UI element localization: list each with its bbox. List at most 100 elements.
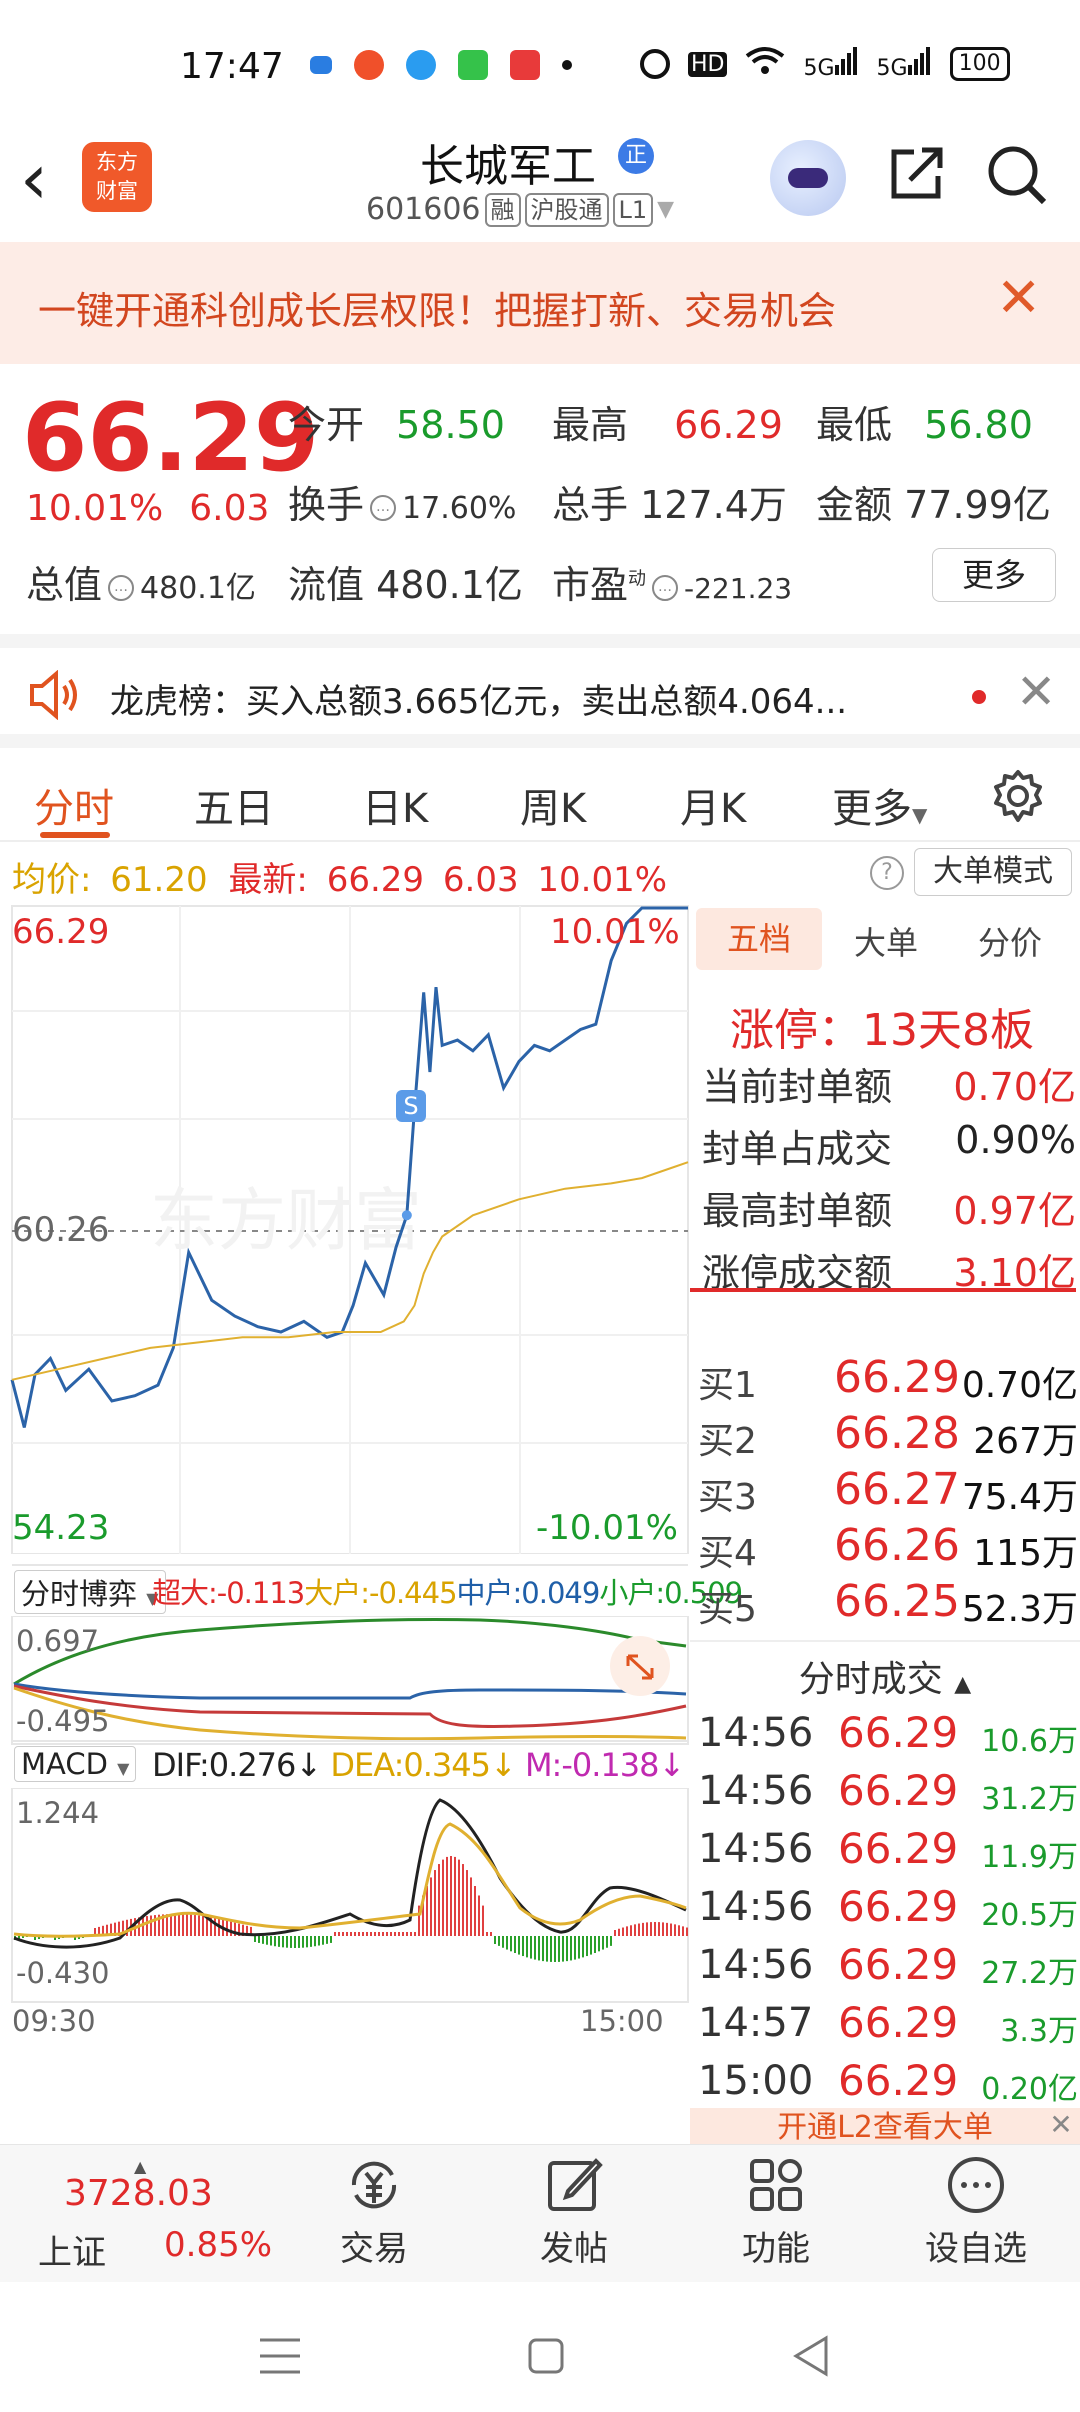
help-icon[interactable]: ? — [870, 856, 904, 890]
macd-bar — [642, 1922, 644, 1936]
macd-bar — [366, 1932, 368, 1936]
nav-post[interactable]: 发帖 — [504, 2153, 644, 2270]
notice-text: 龙虎榜：买入总额3.665亿元，卖出总额4.064... — [110, 682, 848, 722]
tab-monthly-k[interactable]: 月K — [680, 776, 746, 834]
macd-bar — [530, 1936, 532, 1959]
tab-weekly-k[interactable]: 周K — [520, 776, 586, 834]
macd-bar — [654, 1922, 656, 1936]
macd-bar — [442, 1859, 444, 1936]
macd-bar — [394, 1932, 396, 1936]
macd-bar — [402, 1932, 404, 1936]
macd-bar — [230, 1921, 232, 1936]
app-logo[interactable]: 东方 财富 — [82, 142, 152, 212]
macd-max: 1.244 — [16, 1796, 100, 1830]
tab-more[interactable]: 更多▼ — [832, 776, 927, 834]
close-icon[interactable]: ✕ — [1044, 2108, 1078, 2142]
macd-bar — [346, 1932, 348, 1936]
stock-code: 601606 — [366, 192, 481, 227]
macd-bar — [470, 1877, 472, 1936]
fund-max: 0.697 — [16, 1624, 100, 1658]
macd-bar — [410, 1932, 412, 1936]
search-icon[interactable] — [986, 144, 1048, 206]
info-icon[interactable]: … — [652, 574, 679, 601]
close-icon[interactable]: ✕ — [1016, 664, 1056, 720]
trade-time: 14:56 — [698, 1826, 814, 1872]
macd-bar — [550, 1936, 552, 1962]
promo-banner[interactable]: 一键开通科创成长层权限！把握打新、交易机会 ✕ — [0, 242, 1080, 364]
more-button[interactable]: 更多 — [932, 548, 1056, 602]
macd-bar — [362, 1932, 364, 1936]
chevron-down-icon: ▼ — [657, 197, 675, 222]
back-button[interactable]: ‹ — [20, 144, 48, 214]
gear-icon[interactable] — [990, 768, 1046, 824]
bid-qty: 75.4万 — [961, 1477, 1078, 1518]
tab-five-levels[interactable]: 五档 — [696, 908, 822, 970]
dragon-tiger-notice[interactable]: 龙虎榜：买入总额3.665亿元，卖出总额4.064... ✕ — [0, 634, 1080, 734]
pe-value: -221.23 — [684, 572, 793, 605]
trade-row: 15:00 66.29 0.20亿 — [698, 2052, 1078, 2108]
app-notif-icon — [354, 50, 384, 80]
macd-bar — [446, 1856, 448, 1936]
info-icon[interactable]: … — [370, 494, 397, 521]
trade-volume: 20.5万 — [981, 1898, 1078, 1933]
info-icon[interactable]: … — [108, 574, 135, 601]
trades-title: 分时成交 — [798, 1659, 943, 1700]
macd-min: -0.430 — [16, 1956, 110, 1990]
stock-code-row[interactable]: 601606 融 沪股通 L1 ▼ — [366, 192, 674, 227]
nav-add-watchlist[interactable]: 设自选 — [906, 2153, 1046, 2270]
macd-bar — [558, 1936, 560, 1962]
macd-bar — [450, 1856, 452, 1936]
bid-price: 66.27 — [834, 1464, 960, 1515]
macd-bar — [546, 1936, 548, 1962]
logo-line: 财富 — [96, 179, 138, 203]
macd-bar — [214, 1918, 216, 1936]
tab-intraday[interactable]: 分时 — [34, 776, 114, 834]
macd-bar — [674, 1924, 676, 1936]
grid-icon — [750, 2159, 802, 2211]
menu-icon[interactable] — [250, 2326, 310, 2386]
macd-select[interactable]: MACD ▼ — [14, 1746, 137, 1782]
nav-functions[interactable]: 功能 — [706, 2153, 846, 2270]
axis-top-price: 66.29 — [12, 912, 110, 952]
fund-flow-select[interactable]: 分时博弈 ▼ — [14, 1570, 166, 1614]
tab-big-orders[interactable]: 大单 — [854, 918, 918, 964]
macd-bar — [666, 1922, 668, 1936]
trade-time: 14:57 — [698, 2000, 814, 2046]
l2-upsell-banner[interactable]: 开通L2查看大单 — [690, 2108, 1080, 2144]
row-value: 0.90% — [955, 1118, 1076, 1162]
trade-row: 14:56 66.29 27.2万 — [698, 1936, 1078, 1992]
tab-price-dist[interactable]: 分价 — [978, 918, 1042, 964]
index-value: 3728.03 — [64, 2173, 213, 2214]
macd-bar — [278, 1936, 280, 1947]
bid-price: 66.25 — [834, 1576, 960, 1627]
ai-robot-icon[interactable] — [770, 140, 846, 216]
macd-bar — [322, 1936, 324, 1945]
nav-trade[interactable]: 交易 — [304, 2153, 444, 2270]
macd-bar — [490, 1932, 492, 1936]
active-tab-underline — [40, 832, 110, 838]
macd-bar — [370, 1932, 372, 1936]
close-icon[interactable]: ✕ — [996, 266, 1041, 329]
macd-bar — [254, 1936, 256, 1942]
macd-bar — [198, 1915, 200, 1936]
signal-label: 5G — [876, 56, 908, 81]
macd-bar — [618, 1928, 620, 1936]
macd-bar — [574, 1936, 576, 1960]
logo-line: 东方 — [96, 150, 138, 174]
home-icon[interactable] — [516, 2326, 576, 2386]
chart-area[interactable]: 东方财富 66.29 10.01% 60.26 54.23 -10.01% S … — [0, 904, 743, 2144]
big-order-mode-button[interactable]: 大单模式 — [914, 848, 1072, 896]
back-triangle-icon[interactable] — [782, 2326, 842, 2386]
share-icon[interactable] — [888, 144, 946, 202]
macd-bar — [182, 1914, 184, 1936]
tab-daily-k[interactable]: 日K — [362, 776, 428, 834]
tab-5day[interactable]: 五日 — [194, 776, 274, 834]
change-value: 6.03 — [189, 488, 270, 529]
macd-bar — [646, 1922, 648, 1936]
bid-price: 66.28 — [834, 1408, 960, 1459]
macd-bar — [178, 1914, 180, 1936]
sell-marker-icon[interactable]: S — [396, 1090, 426, 1122]
trades-header[interactable]: 分时成交 ▲ — [690, 1640, 1080, 1702]
macd-bar — [310, 1936, 312, 1947]
trade-time: 15:00 — [698, 2058, 814, 2104]
